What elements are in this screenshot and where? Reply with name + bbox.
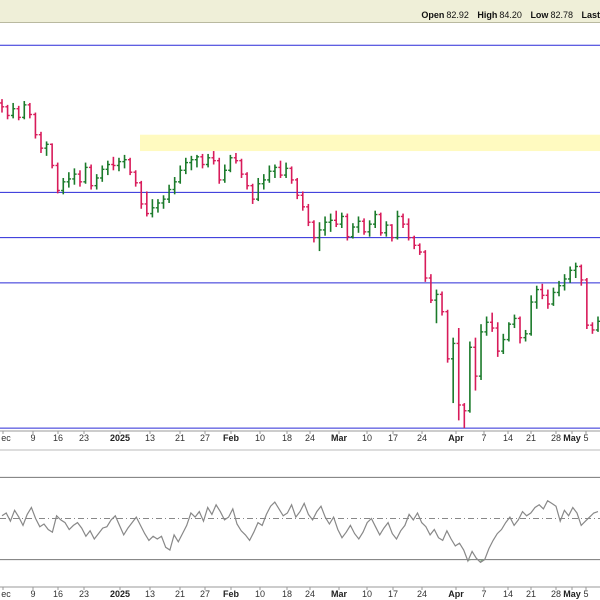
tick-label: 23 bbox=[79, 589, 89, 599]
tick-label: ec bbox=[1, 589, 11, 599]
tick-label: 9 bbox=[30, 433, 35, 443]
tick-label: 14 bbox=[503, 589, 513, 599]
price-panel bbox=[0, 26, 600, 430]
tick-label: 10 bbox=[255, 433, 265, 443]
tick-label: 2025 bbox=[110, 433, 130, 443]
tick-label: 10 bbox=[362, 433, 372, 443]
highlight-band bbox=[140, 134, 600, 152]
tick-label: 24 bbox=[417, 433, 427, 443]
tick-label: Mar bbox=[331, 433, 348, 443]
tick-label: 2025 bbox=[110, 589, 130, 599]
tick-label: Feb bbox=[223, 433, 240, 443]
tick-label: 7 bbox=[481, 589, 486, 599]
price-x-axis: ec 9 16 23 2025 13 21 27 Feb 10 18 24 Mar 10 17 24 Apr 7 1… bbox=[0, 430, 600, 445]
tick-label: May bbox=[563, 589, 581, 599]
tick-label: 27 bbox=[200, 433, 210, 443]
tick-label: Feb bbox=[223, 589, 240, 599]
tick-label: 5 bbox=[583, 589, 588, 599]
tick-label: 28 bbox=[551, 589, 561, 599]
tick-label: Mar bbox=[331, 589, 348, 599]
tick-label: Apr bbox=[448, 589, 464, 599]
tick-label: 13 bbox=[145, 433, 155, 443]
tick-label: 21 bbox=[526, 433, 536, 443]
tick-label: 18 bbox=[282, 433, 292, 443]
tick-label: 10 bbox=[362, 589, 372, 599]
tick-label: 14 bbox=[503, 433, 513, 443]
tick-label: 16 bbox=[53, 589, 63, 599]
tick-label: 13 bbox=[145, 589, 155, 599]
price-chart: ec 9 16 23 2025 13 21 27 Feb 10 18 24 Mar 10 17 24 Apr 7 1… bbox=[0, 26, 600, 600]
tick-label: 5 bbox=[583, 433, 588, 443]
tick-label: 24 bbox=[305, 589, 315, 599]
tick-label: 7 bbox=[481, 433, 486, 443]
tick-label: 16 bbox=[53, 433, 63, 443]
tick-label: 9 bbox=[30, 589, 35, 599]
tick-label: 28 bbox=[551, 433, 561, 443]
tick-label: 27 bbox=[200, 589, 210, 599]
tick-label: 21 bbox=[175, 433, 185, 443]
tick-label: ec bbox=[1, 433, 11, 443]
price-panel-bg bbox=[0, 26, 600, 430]
tick-label: Apr bbox=[448, 433, 464, 443]
indicator-panel bbox=[0, 449, 600, 587]
tick-label: May bbox=[563, 433, 581, 443]
tick-label: 18 bbox=[282, 589, 292, 599]
tick-label: 21 bbox=[175, 589, 185, 599]
tick-label: 17 bbox=[388, 433, 398, 443]
tick-label: 24 bbox=[417, 589, 427, 599]
tick-label: 17 bbox=[388, 589, 398, 599]
tick-label: 10 bbox=[255, 589, 265, 599]
tick-label: 24 bbox=[305, 433, 315, 443]
indicator-x-axis: ec 9 16 23 2025 13 21 27 Feb 10 18 24 Mar 10 17 24 Apr 7 1… bbox=[0, 586, 600, 600]
tick-label: 23 bbox=[79, 433, 89, 443]
tick-label: 21 bbox=[526, 589, 536, 599]
